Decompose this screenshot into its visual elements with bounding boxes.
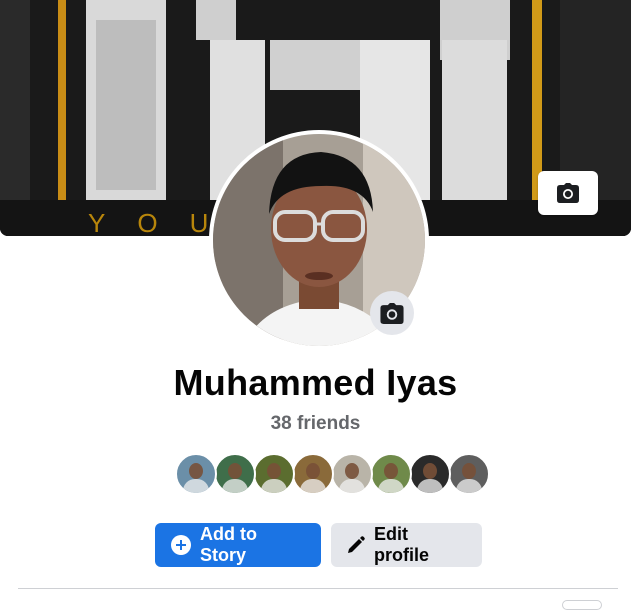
section-divider xyxy=(18,588,618,589)
friend-avatar-6[interactable] xyxy=(370,453,412,495)
add-to-story-label: Add to Story xyxy=(200,524,257,565)
friend-avatar-7[interactable] xyxy=(409,453,451,495)
friend-avatars-row xyxy=(175,453,490,495)
profile-picture-frame[interactable] xyxy=(209,130,429,350)
friend-avatar-5[interactable] xyxy=(331,453,373,495)
profile-name: Muhammed Iyas xyxy=(173,362,458,403)
plus-circle-icon xyxy=(171,535,191,555)
friend-avatar-4[interactable] xyxy=(292,453,334,495)
friend-avatar-1[interactable] xyxy=(175,453,217,495)
edit-profile-picture-button[interactable] xyxy=(370,291,414,335)
add-to-story-button[interactable]: Add to Story xyxy=(155,523,321,567)
camera-icon xyxy=(380,302,404,324)
edit-profile-button[interactable]: Edit profile xyxy=(331,523,482,567)
edit-cover-photo-button[interactable] xyxy=(538,171,598,215)
friend-avatar-8[interactable] xyxy=(448,453,490,495)
friend-avatar-2[interactable] xyxy=(214,453,256,495)
camera-icon xyxy=(557,183,579,203)
edit-profile-label: Edit profile xyxy=(374,524,430,565)
pencil-icon xyxy=(347,536,365,554)
friends-count-link[interactable]: 38 friends xyxy=(0,413,631,435)
more-button-edge[interactable] xyxy=(562,600,602,610)
friend-avatar-3[interactable] xyxy=(253,453,295,495)
profile-actions: Add to Story Edit profile xyxy=(155,523,482,567)
